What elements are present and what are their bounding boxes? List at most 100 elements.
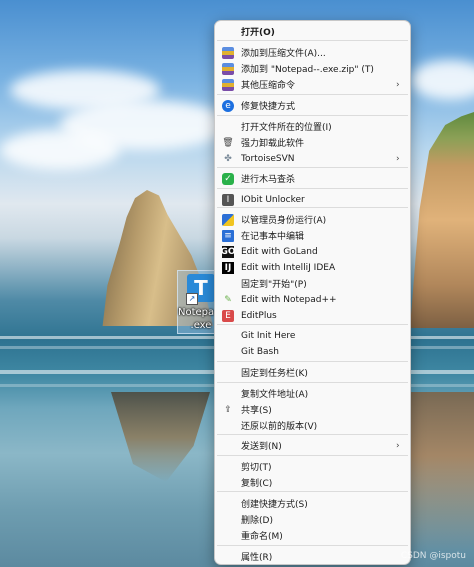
menu-item-label: 创建快捷方式(S) (241, 500, 308, 510)
menu-item-label: 属性(R) (241, 553, 273, 563)
menu-item[interactable]: 添加到压缩文件(A)... (219, 45, 406, 60)
menu-item[interactable]: IJ Edit with IntelliJ IDEA (219, 260, 406, 275)
menu-separator (217, 188, 408, 189)
menu-item-label: 在记事本中编辑 (241, 232, 305, 242)
menu-item[interactable]: Git Init Here (219, 328, 406, 343)
menu-separator (217, 361, 408, 362)
menu-item[interactable]: I IObit Unlocker (219, 192, 406, 207)
menu-item[interactable]: 打开(O) (219, 24, 406, 39)
menu-item-label: 进行木马查杀 (241, 175, 296, 185)
menu-item-icon-placeholder (222, 420, 234, 432)
watermark: CSDN @ispotu (400, 551, 466, 561)
menu-separator (217, 115, 408, 116)
cliff-rock (410, 112, 474, 328)
menu-item-label: 共享(S) (241, 406, 272, 416)
shield-icon: ✓ (222, 172, 234, 185)
menu-item-label: Edit with IntelliJ IDEA (241, 262, 336, 273)
menu-item-label: 还原以前的版本(V) (241, 422, 318, 432)
menu-item[interactable]: ⇪ 共享(S) (219, 402, 406, 417)
menu-item[interactable]: ✎ Edit with Notepad++ (219, 292, 406, 307)
menu-item-icon-placeholder (222, 514, 234, 526)
chevron-right-icon: › (396, 153, 400, 164)
menu-item-label: TortoiseSVN (241, 153, 295, 164)
intellij-icon: IJ (222, 261, 234, 274)
menu-item[interactable]: 复制(C) (219, 475, 406, 490)
menu-item-icon-placeholder (222, 530, 234, 542)
menu-item-label: Edit with GoLand (241, 246, 318, 257)
winrar-icon (222, 78, 234, 91)
menu-item-label: 打开文件所在的位置(I) (241, 123, 332, 133)
menu-item-label: Git Bash (241, 346, 279, 357)
menu-item[interactable]: 固定到任务栏(K) (219, 365, 406, 380)
menu-item-label: EditPlus (241, 310, 277, 321)
menu-item[interactable]: ≡ 在记事本中编辑 (219, 228, 406, 243)
menu-item-label: 修复快捷方式 (241, 102, 296, 112)
share-icon: ⇪ (224, 404, 232, 415)
menu-item-label: 发送到(N) (241, 442, 282, 452)
menu-item[interactable]: 创建快捷方式(S) (219, 496, 406, 511)
menu-item-icon-placeholder (222, 551, 234, 563)
menu-separator (217, 434, 408, 435)
cliff-reflection (410, 392, 474, 552)
menu-item[interactable]: 重命名(M) (219, 528, 406, 543)
menu-separator (217, 382, 408, 383)
menu-item-label: 复制文件地址(A) (241, 390, 309, 400)
menu-separator (217, 545, 408, 546)
menu-item[interactable]: 还原以前的版本(V) (219, 418, 406, 433)
menu-item[interactable]: 添加到 "Notepad--.exe.zip" (T) (219, 61, 406, 76)
repair-shortcut-icon: e (222, 99, 234, 112)
menu-item-label: Git Init Here (241, 330, 296, 341)
context-menu: 打开(O) 添加到压缩文件(A)... 添加到 "Notepad--.exe.zip… (214, 20, 411, 565)
menu-item[interactable]: Git Bash (219, 344, 406, 359)
menu-item[interactable]: 剪切(T) (219, 459, 406, 474)
menu-item-icon-placeholder (222, 346, 234, 358)
menu-item[interactable]: 发送到(N) › (219, 438, 406, 453)
menu-item[interactable]: e 修复快捷方式 (219, 98, 406, 113)
menu-item[interactable]: 打开文件所在的位置(I) (219, 119, 406, 134)
menu-item[interactable]: 删除(D) (219, 512, 406, 527)
menu-item[interactable]: 固定到"开始"(P) (219, 276, 406, 291)
menu-separator (217, 40, 408, 41)
menu-item-icon-placeholder (222, 26, 234, 38)
winrar-icon (222, 62, 234, 75)
menu-separator (217, 455, 408, 456)
menu-item-icon-placeholder (222, 440, 234, 452)
tortoise-svn-icon: ✤ (224, 153, 232, 164)
menu-separator (217, 94, 408, 95)
menu-item[interactable]: 复制文件地址(A) (219, 386, 406, 401)
menu-separator (217, 491, 408, 492)
iobit-unlocker-icon: I (222, 193, 234, 206)
menu-item-label: 强力卸载此软件 (241, 139, 305, 149)
menu-item[interactable]: 🗑 强力卸载此软件 (219, 135, 406, 150)
menu-item-label: IObit Unlocker (241, 194, 305, 205)
menu-item[interactable]: ✓ 进行木马查杀 (219, 171, 406, 186)
editplus-icon: E (222, 309, 234, 322)
menu-item[interactable]: GO Edit with GoLand (219, 244, 406, 259)
winrar-icon (222, 46, 234, 59)
notepad-icon: ≡ (222, 229, 234, 242)
cloud (0, 130, 120, 170)
menu-item-label: 其他压缩命令 (241, 81, 296, 91)
shortcut-arrow-icon: ↗ (186, 293, 198, 305)
goland-icon: GO (220, 245, 236, 258)
menu-item-icon-placeholder (222, 121, 234, 133)
chevron-right-icon: › (396, 440, 400, 451)
trash-icon: 🗑 (222, 137, 234, 148)
menu-item[interactable]: E EditPlus (219, 308, 406, 323)
menu-item-label: Edit with Notepad++ (241, 294, 337, 305)
menu-item-icon-placeholder (222, 278, 234, 290)
menu-item-label: 复制(C) (241, 479, 273, 489)
menu-item[interactable]: ✤ TortoiseSVN › (219, 151, 406, 166)
menu-item-icon-placeholder (222, 498, 234, 510)
menu-item[interactable]: 属性(R) (219, 549, 406, 564)
menu-item-label: 添加到 "Notepad--.exe.zip" (T) (241, 65, 374, 75)
menu-item-icon-placeholder (222, 388, 234, 400)
menu-item-label: 重命名(M) (241, 532, 283, 542)
menu-item-icon-placeholder (222, 367, 234, 379)
menu-item[interactable]: 其他压缩命令 › (219, 77, 406, 92)
menu-item-label: 打开(O) (241, 28, 275, 38)
menu-separator (217, 207, 408, 208)
menu-item-label: 剪切(T) (241, 463, 272, 473)
menu-item[interactable]: 以管理员身份运行(A) (219, 212, 406, 227)
menu-separator (217, 167, 408, 168)
